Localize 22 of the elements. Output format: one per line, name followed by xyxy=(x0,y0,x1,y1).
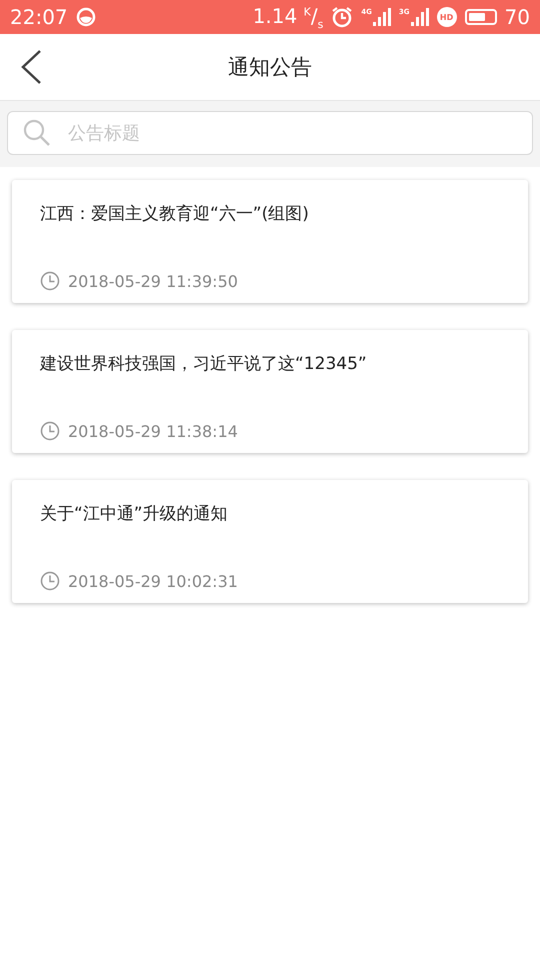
alarm-icon xyxy=(331,6,354,28)
notice-time: 2018-05-29 11:39:50 xyxy=(68,272,238,290)
clock-icon xyxy=(40,271,60,291)
battery-icon xyxy=(464,9,497,25)
clock-icon xyxy=(40,571,60,591)
network-speed: 1.14 $^{K}$/$_{s}$ xyxy=(252,4,324,30)
status-time: 22:07 xyxy=(10,5,68,29)
app-notification-icon xyxy=(76,7,96,27)
notice-title: 关于“江中通”升级的通知 xyxy=(40,503,229,525)
clock-icon xyxy=(40,421,60,441)
notice-title: 建设世界科技强国，习近平说了这“12345” xyxy=(40,353,368,375)
search-field[interactable]: 公告标题 xyxy=(7,111,533,155)
notice-time: 2018-05-29 11:38:14 xyxy=(68,422,238,440)
notice-card[interactable]: 江西：爱国主义教育迎“六一”(组图) 2018-05-29 11:39:50 xyxy=(12,180,528,303)
notice-title: 江西：爱国主义教育迎“六一”(组图) xyxy=(40,203,310,225)
battery-level: 70 xyxy=(504,5,530,29)
notice-card[interactable]: 关于“江中通”升级的通知 2018-05-29 10:02:31 xyxy=(12,480,528,603)
search-icon xyxy=(23,119,51,147)
hd-icon: HD xyxy=(436,7,457,27)
notice-card[interactable]: 建设世界科技强国，习近平说了这“12345” 2018-05-29 11:38:14 xyxy=(12,330,528,453)
page-title: 通知公告 xyxy=(228,54,312,81)
notice-time: 2018-05-29 10:02:31 xyxy=(68,572,238,590)
